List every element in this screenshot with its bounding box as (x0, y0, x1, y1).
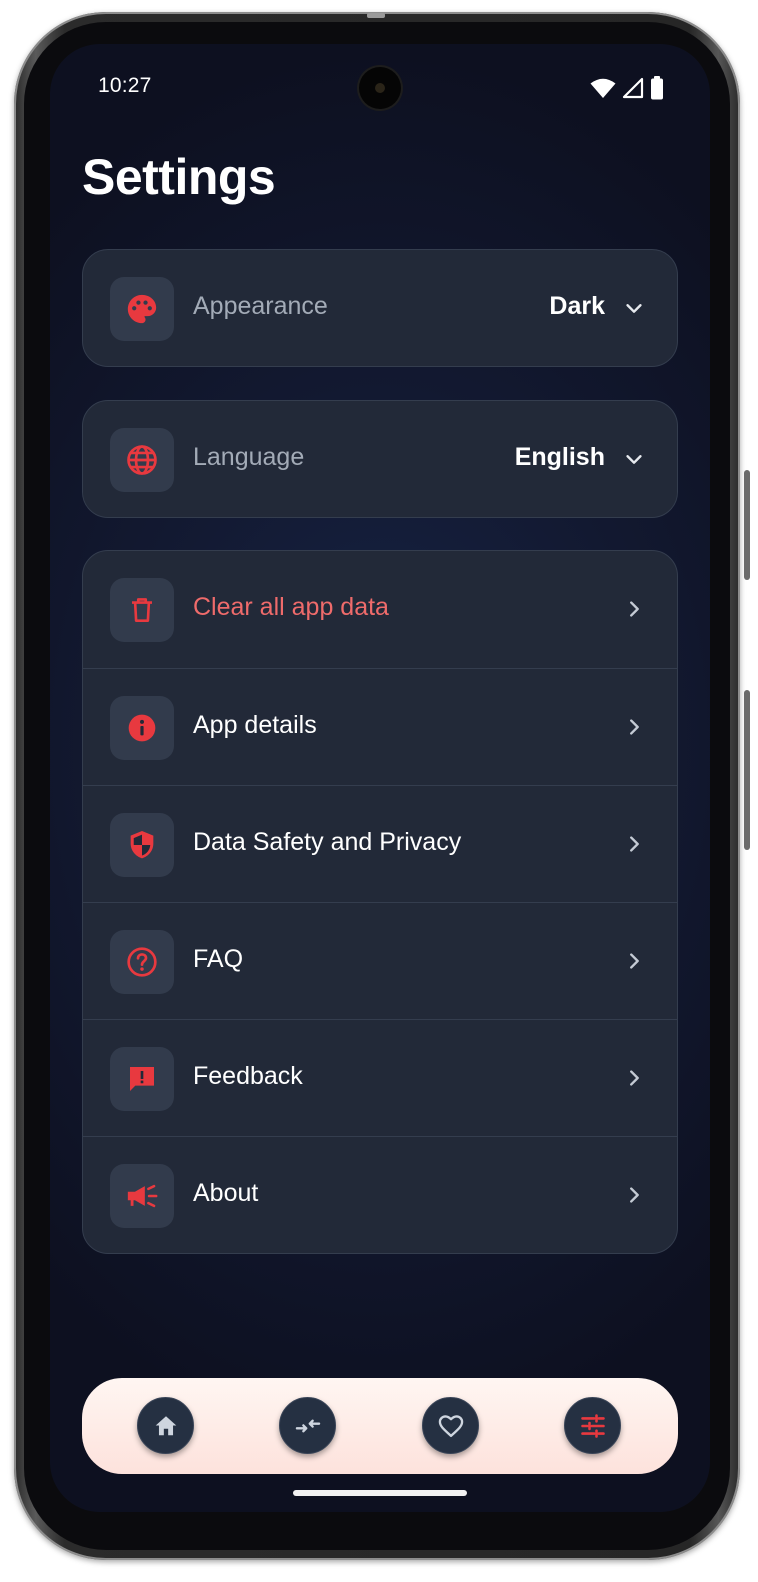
faq-icon-tile (110, 930, 174, 994)
language-label: Language (193, 443, 305, 471)
nav-home-button[interactable] (137, 1397, 194, 1454)
menu-item-label: FAQ (193, 945, 244, 973)
menu-item-label: About (193, 1179, 259, 1207)
menu-item-data-safety[interactable]: Data Safety and Privacy (83, 785, 677, 902)
chevron-right-icon (621, 714, 647, 740)
screen: 10:27 Settings Appearance Dark Language … (50, 44, 710, 1512)
settings-menu: Clear all app data App details Data Safe… (82, 550, 678, 1254)
status-time: 10:27 (98, 74, 152, 97)
page-title: Settings (82, 149, 276, 205)
home-icon (155, 1415, 176, 1435)
chevron-right-icon (621, 1065, 647, 1091)
menu-item-app-details[interactable]: App details (83, 668, 677, 785)
chevron-right-icon (621, 948, 647, 974)
menu-item-label: App details (193, 711, 317, 739)
phone-top-nub (367, 13, 385, 18)
feedback-icon (130, 1067, 154, 1091)
trash-icon (132, 598, 152, 622)
menu-item-feedback[interactable]: Feedback (83, 1019, 677, 1136)
menu-item-about[interactable]: About (83, 1136, 677, 1253)
language-icon-tile (110, 428, 174, 492)
feedback-icon-tile (110, 1047, 174, 1111)
appearance-row[interactable]: Appearance Dark (83, 250, 677, 366)
appearance-icon-tile (110, 277, 174, 341)
phone-side-button (744, 690, 750, 850)
battery-icon (651, 76, 663, 100)
bottom-nav (82, 1378, 678, 1474)
heart-icon (438, 1414, 463, 1437)
globe-icon (127, 445, 157, 475)
home-indicator[interactable] (293, 1490, 467, 1496)
menu-item-label: Data Safety and Privacy (193, 828, 462, 856)
shield-icon (130, 831, 154, 859)
compare-arrows-icon (295, 1419, 320, 1432)
chevron-right-icon (621, 1182, 647, 1208)
chevron-right-icon (621, 831, 647, 857)
status-icons (590, 76, 664, 100)
nav-settings-button[interactable] (564, 1397, 621, 1454)
about-icon-tile (110, 1164, 174, 1228)
sliders-icon (580, 1413, 605, 1438)
chevron-down-icon[interactable] (621, 446, 647, 472)
chevron-right-icon (621, 596, 647, 622)
appearance-value[interactable]: Dark (549, 292, 605, 321)
menu-item-faq[interactable]: FAQ (83, 902, 677, 1019)
phone-side-button (744, 470, 750, 580)
signal-icon (622, 77, 644, 99)
nav-compare-button[interactable] (279, 1397, 336, 1454)
language-row[interactable]: Language English (83, 401, 677, 517)
chevron-down-icon[interactable] (621, 295, 647, 321)
wifi-icon (590, 78, 616, 98)
menu-item-label: Feedback (193, 1062, 303, 1090)
front-camera (359, 67, 401, 109)
clear-data-icon-tile (110, 578, 174, 642)
palette-icon (127, 294, 157, 324)
language-card: Language English (82, 400, 678, 518)
nav-favorites-button[interactable] (422, 1397, 479, 1454)
menu-item-label: Clear all app data (193, 593, 389, 621)
question-icon (127, 947, 157, 977)
info-icon (128, 714, 156, 742)
data-safety-icon-tile (110, 813, 174, 877)
language-value[interactable]: English (515, 443, 605, 472)
megaphone-icon (127, 1184, 158, 1208)
app-details-icon-tile (110, 696, 174, 760)
menu-item-clear-data[interactable]: Clear all app data (83, 551, 677, 668)
appearance-label: Appearance (193, 292, 328, 320)
appearance-card: Appearance Dark (82, 249, 678, 367)
